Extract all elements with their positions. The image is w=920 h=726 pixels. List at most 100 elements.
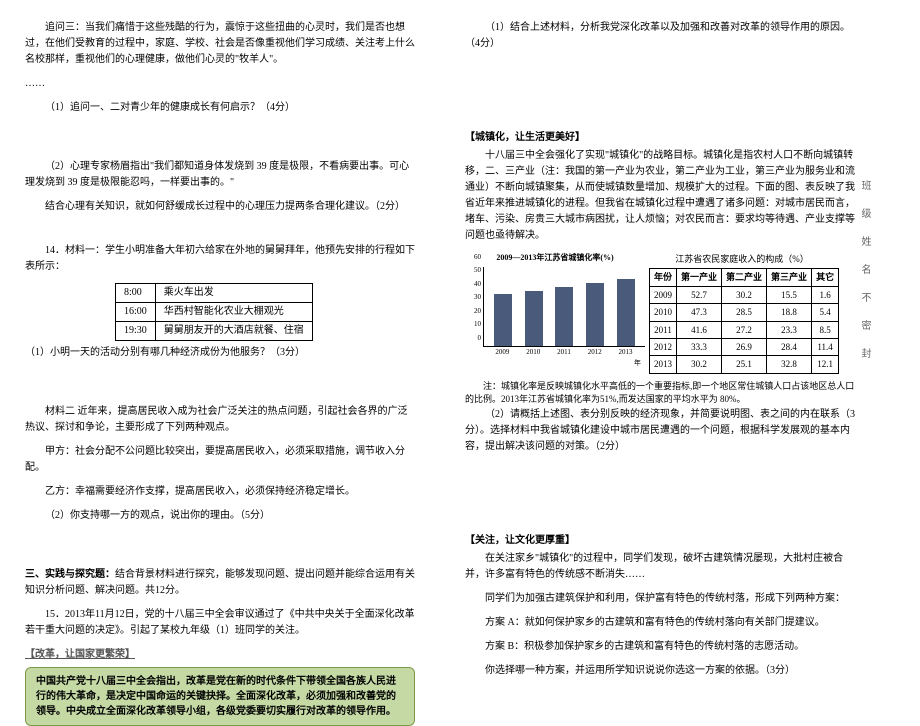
data-table-wrap: 江苏省农民家庭收入的构成（%） 年份 第一产业 第二产业 第三产业 其它 200… — [645, 252, 839, 374]
chart-note: 注：城镇化率是反映城镇化水平高低的一个重要指标,即一个地区常住城镇人口占该地区总… — [465, 380, 855, 407]
zw3-para: 追问三：当我们痛惜于这些残酷的行为，震惊于这些扭曲的心灵时，我们是否也想过，在他… — [25, 20, 415, 68]
cell: 8.5 — [812, 321, 839, 338]
cell: 8:00 — [116, 284, 156, 303]
cell: 30.2 — [722, 286, 767, 303]
q14-1: （1）小明一天的活动分别有哪几种经济成份为他服务？（3分） — [25, 345, 415, 361]
cell: 1.6 — [812, 286, 839, 303]
cell: 32.8 — [767, 356, 812, 373]
xtick: 2012 — [588, 347, 602, 358]
ytick: 40 — [465, 279, 481, 290]
q14-2: （2）你支持哪一方的观点，说出你的理由。（5分） — [25, 508, 415, 524]
th: 第一产业 — [677, 269, 722, 286]
cell: 乘火车出发 — [155, 284, 312, 303]
table-row: 8:00乘火车出发 — [116, 284, 313, 303]
bar-chart: 2009—2013年江苏省城镇化率(%) 60 50 40 30 20 10 0… — [465, 252, 645, 362]
cell: 5.4 — [812, 304, 839, 321]
th: 第二产业 — [722, 269, 767, 286]
cell: 19:30 — [116, 322, 156, 341]
q2b: 结合心理有关知识，就如何舒缓成长过程中的心理压力提两条合理化建议。（2分） — [25, 199, 415, 215]
cell: 25.1 — [722, 356, 767, 373]
table-row: 201233.326.928.411.4 — [650, 338, 839, 355]
reform-box: 中国共产党十八届三中全会指出，改革是党在新的时代条件下带领全国各族人民进行的伟大… — [25, 667, 415, 726]
bar-2009 — [494, 294, 512, 346]
th: 年份 — [650, 269, 677, 286]
th: 其它 — [812, 269, 839, 286]
ellipsis: …… — [25, 76, 415, 92]
cell: 18.8 — [767, 304, 812, 321]
cell: 2013 — [650, 356, 677, 373]
yi: 乙方：幸福需要经济作支撑，提高居民收入，必须保持经济稳定增长。 — [25, 484, 415, 500]
jia: 甲方：社会分配不公问题比较突出，要提高居民收入，必须采取措施，调节收入分配。 — [25, 444, 415, 476]
cell: 41.6 — [677, 321, 722, 338]
table-row: 16:00华西村智能化农业大棚观光 — [116, 303, 313, 322]
urban-head: 【城镇化，让生活更美好】 — [465, 130, 855, 146]
table-row: 201330.225.132.812.1 — [650, 356, 839, 373]
chart-area — [483, 267, 645, 347]
q1: （1）追问一、二对青少年的健康成长有何启示？（4分） — [25, 100, 415, 116]
table-row: 201047.328.518.85.4 — [650, 304, 839, 321]
culture-q: 你选择哪一种方案，并运用所学知识说说你选这一方案的依据。（3分） — [465, 663, 855, 679]
x-axis-title: 年 — [483, 358, 645, 369]
q15-2: （2）请概括上述图、表分别反映的经济现象，并简要说明图、表之间的内在联系（3分）… — [465, 407, 855, 455]
cell: 52.7 — [677, 286, 722, 303]
chart-table-row: 2009—2013年江苏省城镇化率(%) 60 50 40 30 20 10 0… — [465, 252, 855, 374]
binding-side-text: 班级姓名不密封 — [856, 180, 872, 376]
bar-2013 — [617, 279, 635, 346]
ytick: 30 — [465, 292, 481, 303]
chart-title: 2009—2013年江苏省城镇化率(%) — [465, 252, 645, 265]
plan-a: 方案 A：就如何保护家乡的古建筑和富有特色的传统村落向有关部门提建议。 — [465, 615, 855, 631]
q2a: （2）心理专家杨眉指出"我们都知道身体发烧到 39 度是极限，不看病要出事。可心… — [25, 159, 415, 191]
reform-head: 【改革，让国家更繁荣】 — [25, 647, 415, 663]
xtick: 2009 — [495, 347, 509, 358]
culture-head: 【关注，让文化更厚重】 — [465, 533, 855, 549]
cell: 2012 — [650, 338, 677, 355]
urban-p1: 十八届三中全会强化了实现"城镇化"的战略目标。城镇化是指农村人口不断向城镇转移，… — [465, 148, 855, 244]
ytick: 50 — [465, 265, 481, 276]
ytick: 0 — [465, 333, 481, 344]
cell: 47.3 — [677, 304, 722, 321]
income-table: 年份 第一产业 第二产业 第三产业 其它 200952.730.215.51.6… — [649, 268, 839, 373]
q15-1: （1）结合上述材料，分析我党深化改革以及加强和改善对改革的领导作用的原因。（4分… — [465, 20, 855, 52]
cell: 15.5 — [767, 286, 812, 303]
cell: 33.3 — [677, 338, 722, 355]
data-table-title: 江苏省农民家庭收入的构成（%） — [645, 252, 839, 266]
culture-p2: 同学们为加强古建筑保护和利用，保护富有特色的传统村落，形成下列两种方案： — [465, 591, 855, 607]
bar-2011 — [555, 287, 573, 346]
table-row: 201141.627.223.38.5 — [650, 321, 839, 338]
ytick: 10 — [465, 319, 481, 330]
table-row: 年份 第一产业 第二产业 第三产业 其它 — [650, 269, 839, 286]
cell: 2010 — [650, 304, 677, 321]
bar-2010 — [525, 291, 543, 346]
xtick: 2010 — [526, 347, 540, 358]
cell: 23.3 — [767, 321, 812, 338]
cell: 26.9 — [722, 338, 767, 355]
right-page: （1）结合上述材料，分析我党深化改革以及加强和改善对改革的领导作用的原因。（4分… — [440, 0, 880, 650]
item15: 15．2013年11月12日，党的十八届三中全会审议通过了《中共中央关于全面深化… — [25, 607, 415, 639]
ytick: 60 — [465, 252, 481, 263]
cell: 12.1 — [812, 356, 839, 373]
culture-p1: 在关注家乡"城镇化"的过程中，同学们发现，破坏古建筑情况屡现，大批村庄被合并，许… — [465, 551, 855, 583]
table-row: 19:30舅舅朋友开的大酒店就餐、住宿 — [116, 322, 313, 341]
cell: 华西村智能化农业大棚观光 — [155, 303, 312, 322]
y-axis-labels: 60 50 40 30 20 10 0 — [465, 252, 481, 344]
ytick: 20 — [465, 306, 481, 317]
th: 第三产业 — [767, 269, 812, 286]
xtick: 2013 — [619, 347, 633, 358]
cell: 27.2 — [722, 321, 767, 338]
left-page: 追问三：当我们痛惜于这些残酷的行为，震惊于这些扭曲的心灵时，我们是否也想过，在他… — [0, 0, 440, 650]
item14: 14．材料一：学生小明准备大年初六给家在外地的舅舅拜年，他预先安排的行程如下表所… — [25, 243, 415, 275]
cell: 28.4 — [767, 338, 812, 355]
zw3-label: 追问三： — [45, 22, 85, 33]
cell: 16:00 — [116, 303, 156, 322]
bar-2012 — [586, 283, 604, 346]
mat2: 材料二 近年来，提高居民收入成为社会广泛关注的热点问题，引起社会各界的广泛热议、… — [25, 404, 415, 436]
schedule-table: 8:00乘火车出发 16:00华西村智能化农业大棚观光 19:30舅舅朋友开的大… — [115, 283, 313, 341]
cell: 28.5 — [722, 304, 767, 321]
cell: 11.4 — [812, 338, 839, 355]
x-axis-labels: 2009 2010 2011 2012 2013 — [483, 347, 645, 358]
cell: 2009 — [650, 286, 677, 303]
cell: 30.2 — [677, 356, 722, 373]
xtick: 2011 — [557, 347, 571, 358]
cell: 2011 — [650, 321, 677, 338]
table-row: 200952.730.215.51.6 — [650, 286, 839, 303]
